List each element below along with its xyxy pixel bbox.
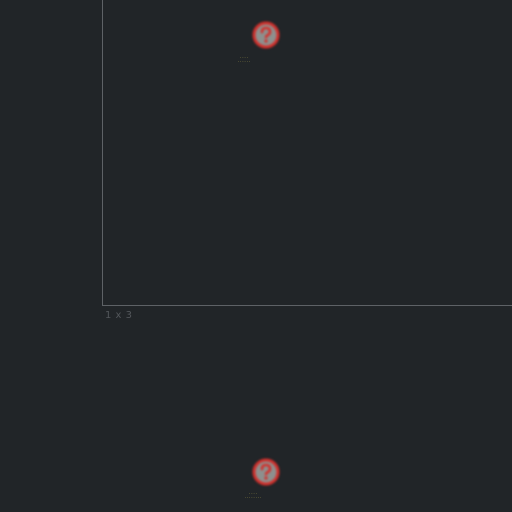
grid-cell-label: 1 x 3 <box>105 310 133 321</box>
map-viewport[interactable]: 1 x 3 · · · · · · · · · · · · · · · · · … <box>0 0 512 512</box>
marker-caption-top: · · · · · · · · · · <box>204 56 284 64</box>
marker-caption-bottom: · · · · · · · · · · · · <box>213 492 293 500</box>
unknown-question-icon <box>252 458 280 486</box>
marker-caption-line: · · · · · · <box>237 60 251 64</box>
marker-caption-line: · · · · · · · · <box>244 496 262 500</box>
grid-cell-frame <box>102 0 512 306</box>
unknown-marker-bottom[interactable] <box>251 457 281 487</box>
unknown-question-icon <box>252 21 280 49</box>
unknown-marker-top[interactable] <box>251 20 281 50</box>
